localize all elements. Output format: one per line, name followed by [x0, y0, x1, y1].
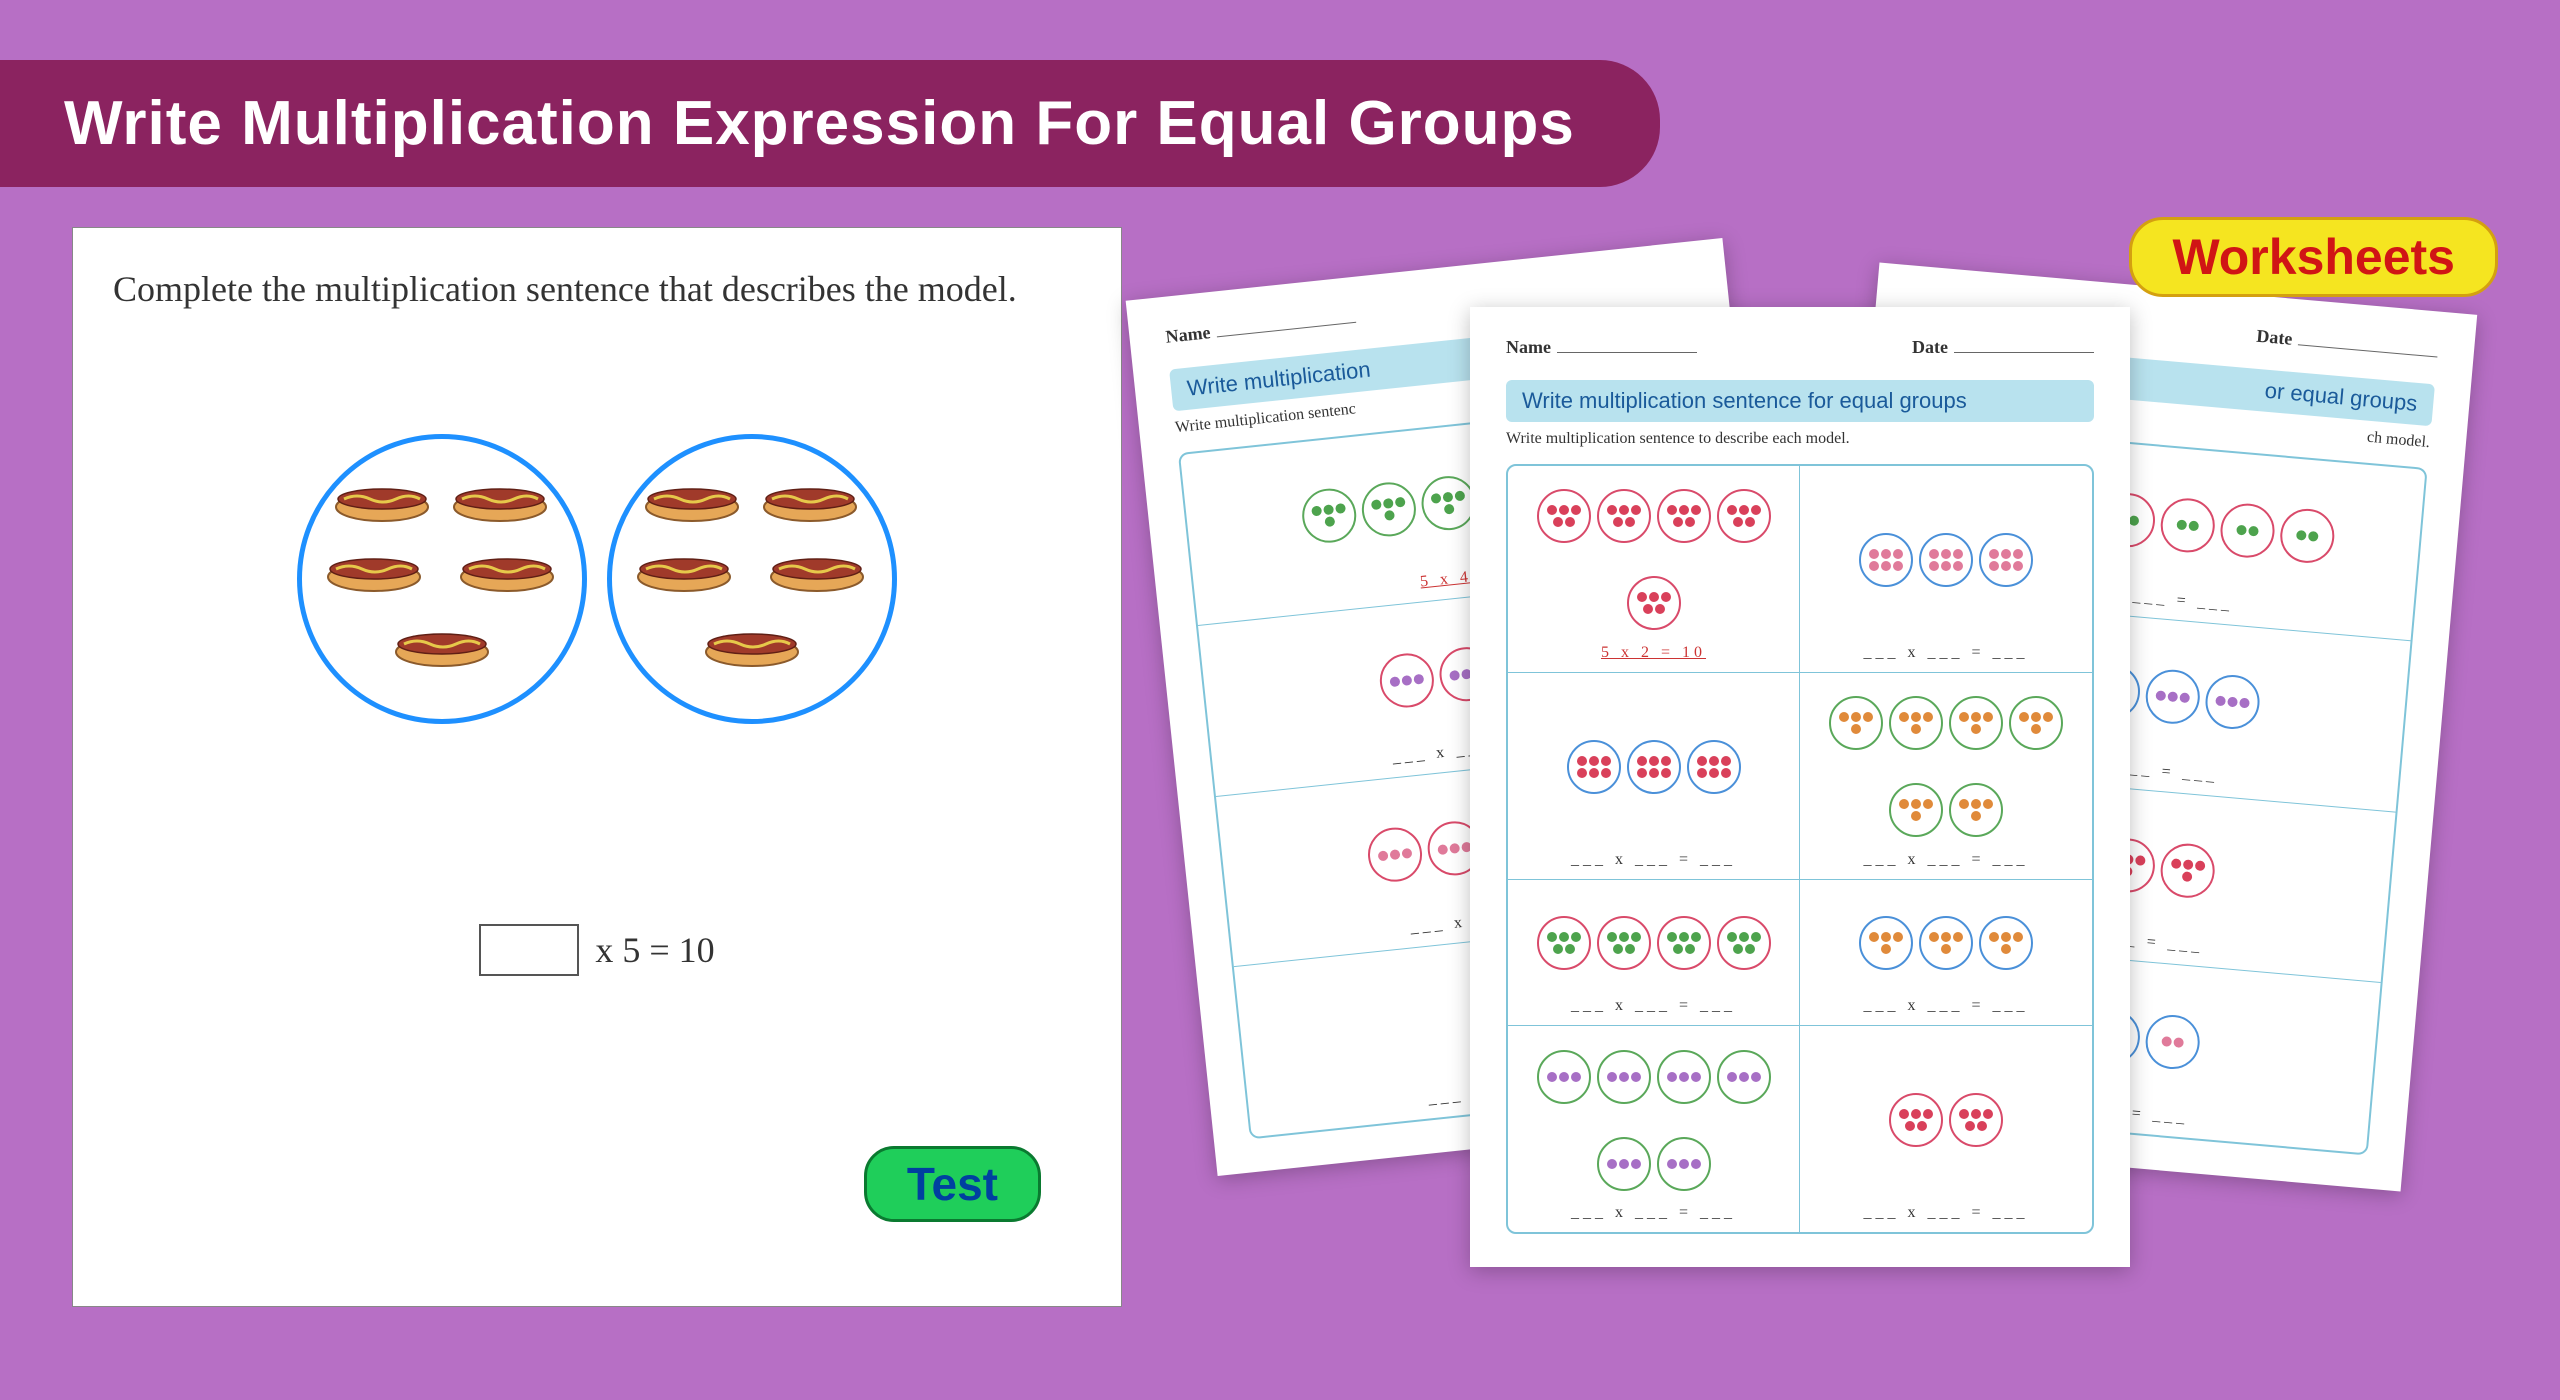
equal-group-2	[607, 434, 897, 724]
worksheet-cell: ___ x ___ = ___	[1800, 880, 2092, 1027]
name-field-label: Name	[1506, 337, 1551, 357]
worksheet-cell: ___ x ___ = ___	[1508, 880, 1800, 1027]
worksheet-cell: ___ x ___ = ___	[1800, 466, 2092, 673]
worksheet-stack: Name Write multiplication Write multipli…	[1170, 247, 2440, 1267]
model-area	[113, 434, 1081, 724]
worksheet-subtext: Write multiplication sentence to describ…	[1506, 430, 2094, 448]
instruction-text: Complete the multiplication sentence tha…	[113, 264, 1081, 314]
worksheet-cell: ___ x ___ = ___	[1800, 673, 2092, 880]
cell-equation: 5 x 2 = 10	[1601, 644, 1706, 662]
cell-equation: ___ x ___ = ___	[1571, 997, 1736, 1015]
test-panel: Complete the multiplication sentence tha…	[72, 227, 1122, 1307]
content-row: Complete the multiplication sentence tha…	[0, 187, 2560, 1307]
cell-equation: ___ x ___ = ___	[1863, 997, 2028, 1015]
date-field-label: Date	[2256, 326, 2294, 349]
cell-equation: ___ x ___ = ___	[1863, 1204, 2028, 1222]
hotdog-icon	[332, 479, 432, 523]
worksheet-header-fields: Name Date	[1506, 337, 2094, 358]
cell-equation: ___ x ___ = ___	[1571, 851, 1736, 869]
answer-input[interactable]	[479, 924, 579, 976]
worksheet-thumbnail-center[interactable]: Name Date Write multiplication sentence …	[1470, 307, 2130, 1267]
hotdog-icon	[450, 479, 550, 523]
hotdog-icon	[457, 549, 557, 593]
page-title-bar: Write Multiplication Expression For Equa…	[0, 60, 1660, 187]
hotdog-icon	[760, 479, 860, 523]
page-title: Write Multiplication Expression For Equa…	[64, 88, 1596, 159]
worksheets-button[interactable]: Worksheets	[2129, 217, 2498, 297]
equal-group-1	[297, 434, 587, 724]
name-field-label: Name	[1165, 322, 1212, 347]
hotdog-icon	[767, 549, 867, 593]
test-button[interactable]: Test	[864, 1146, 1041, 1222]
cell-equation: ___ x ___ = ___	[1863, 644, 2028, 662]
date-field-label: Date	[1912, 337, 1948, 357]
hotdog-icon	[702, 624, 802, 668]
worksheet-cell: ___ x ___ = ___	[1508, 1026, 1800, 1232]
hotdog-icon	[324, 549, 424, 593]
cell-equation: ___ x ___ = ___	[1571, 1204, 1736, 1222]
hotdog-icon	[392, 624, 492, 668]
cell-equation: ___ x ___ = ___	[1863, 851, 2028, 869]
worksheet-cell: ___ x ___ = ___	[1508, 673, 1800, 880]
worksheet-grid: 5 x 2 = 10 ___ x ___ = ___	[1506, 464, 2094, 1234]
worksheet-cell: 5 x 2 = 10	[1508, 466, 1800, 673]
worksheet-cell: ___ x ___ = ___	[1800, 1026, 2092, 1232]
equation-row: x 5 = 10	[113, 924, 1081, 976]
hotdog-icon	[634, 549, 734, 593]
hotdog-icon	[642, 479, 742, 523]
worksheet-title: Write multiplication sentence for equal …	[1506, 380, 2094, 422]
worksheets-area: Worksheets Name Write multiplication Wri…	[1170, 227, 2488, 1307]
equation-suffix: x 5 = 10	[595, 929, 714, 971]
